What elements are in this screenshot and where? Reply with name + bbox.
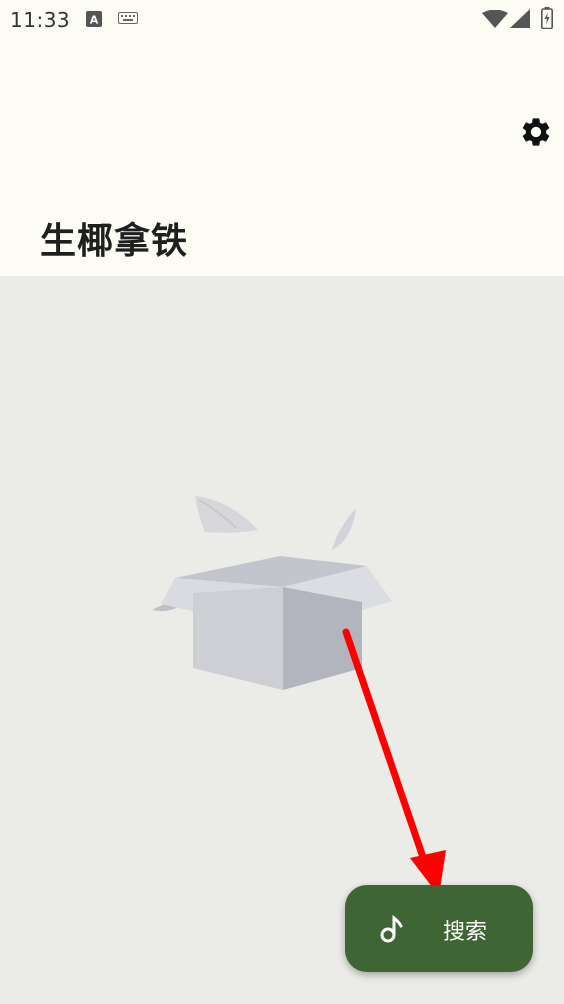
keyboard-icon [118,12,138,24]
app-screen: 11:33 A 生椰拿铁 搜索 [0,0,564,1004]
wifi-icon [482,10,508,28]
music-note-icon [380,914,403,943]
app-header: 11:33 A 生椰拿铁 [0,0,564,276]
empty-box-icon [152,496,392,690]
svg-text:A: A [90,14,99,27]
signal-icon [510,9,530,28]
gear-icon [522,118,550,146]
search-fab-label: 搜索 [443,920,488,945]
text-a-icon: A [86,11,102,27]
search-fab-button[interactable]: 搜索 [345,885,533,972]
settings-button[interactable] [512,108,560,156]
battery-charging-icon [541,7,553,29]
page-title: 生椰拿铁 [40,221,189,262]
status-time: 11:33 [10,8,71,32]
status-bar: 11:33 A [0,0,564,40]
